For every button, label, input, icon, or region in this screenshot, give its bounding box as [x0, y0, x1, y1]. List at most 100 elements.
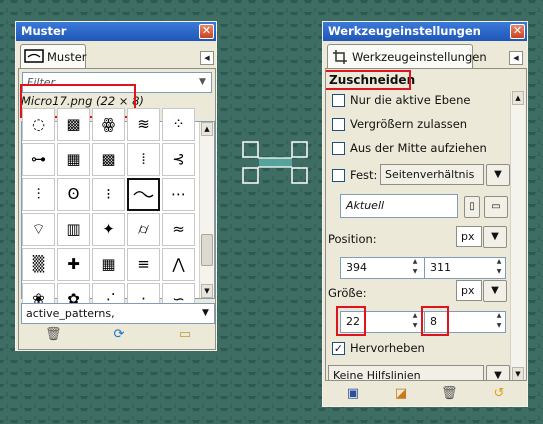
label-allow-growing: Vergrößern zulassen [350, 117, 468, 131]
restore-options-icon[interactable]: ◪ [393, 386, 409, 402]
delete-icon[interactable]: 🗑 [45, 327, 62, 343]
position-unit-select[interactable]: px [456, 226, 482, 247]
pattern-cell[interactable]: ⋀ [162, 248, 195, 281]
tool-options-dock: Werkzeugeinstellungen ✕ Werkzeugeinstell… [322, 21, 528, 407]
landscape-icon[interactable]: ▭ [484, 196, 508, 218]
guides-value: Keine Hilfslinien [333, 369, 421, 381]
pattern-tab-icon [24, 49, 44, 63]
pattern-cell[interactable]: ▩ [92, 143, 125, 176]
checkbox-active-layer-only[interactable] [332, 94, 345, 107]
close-icon[interactable]: ✕ [199, 24, 214, 39]
label-fixed: Fest: [350, 168, 378, 182]
pattern-cell[interactable]: ≈ [162, 213, 195, 246]
pattern-cell[interactable]: ✦ [92, 213, 125, 246]
pattern-cell[interactable]: ⁝ [92, 178, 125, 211]
pattern-cell[interactable]: ⦙ [127, 143, 160, 176]
tag-value: active_patterns, [26, 307, 115, 320]
pattern-cell[interactable]: ▦ [57, 143, 90, 176]
crop-tool-icon [333, 50, 347, 64]
scroll-up-icon[interactable]: ▲ [201, 122, 213, 136]
pattern-cell[interactable]: ⌔ [22, 213, 55, 246]
dock-menu-button[interactable]: ◀ [200, 51, 214, 65]
guides-select[interactable]: Keine Hilfslinien [328, 365, 484, 381]
fixed-mode-select[interactable]: Seitenverhältnis [380, 164, 484, 185]
pattern-cell[interactable]: ≡ [127, 248, 160, 281]
pattern-cell[interactable]: ▒ [22, 248, 55, 281]
scrollbar-thumb[interactable] [201, 234, 213, 266]
label-position: Position: [328, 232, 377, 246]
position-y: 311 [430, 261, 451, 274]
pattern-grid-scrollbar[interactable]: ▲ ▼ [199, 122, 214, 298]
portrait-icon[interactable]: ▯ [464, 196, 480, 218]
pattern-cell[interactable]: ▥ [57, 213, 90, 246]
tab-werkzeugeinstellungen[interactable]: Werkzeugeinstellungen [327, 44, 487, 68]
checkbox-fixed[interactable] [332, 169, 345, 182]
patterns-dock: Muster ✕ Muster ◀ Filter ▼ Micro17.png (… [15, 21, 217, 351]
annotation-box-size-height [421, 306, 449, 336]
pattern-cell[interactable]: ⊶ [22, 143, 55, 176]
current-value-field[interactable]: Aktuell [340, 194, 458, 218]
tool-options-scrollbar[interactable]: ▲ ▼ [510, 91, 525, 380]
chevron-down-icon[interactable]: ▼ [195, 74, 210, 91]
pattern-cell-selected[interactable] [127, 178, 160, 211]
label-expand-from-center: Aus der Mitte aufziehen [350, 141, 487, 155]
pattern-cell[interactable]: ▩ [57, 108, 90, 141]
patterns-panel: Filter ▼ Micro17.png (22 × 8) ◌ ▩ ꙮ ≋ ⁘ … [18, 68, 216, 350]
save-options-icon[interactable]: ▣ [345, 386, 361, 402]
pattern-cell[interactable]: ≋ [127, 108, 160, 141]
checkbox-allow-growing[interactable] [332, 118, 345, 131]
tool-options-panel: Zuschneiden Nur die aktive Ebene Vergröß… [325, 68, 527, 381]
pattern-cell[interactable]: ▦ [92, 248, 125, 281]
current-value: Aktuell [346, 199, 385, 212]
position-x-spinner[interactable]: ▲ ▼ [410, 257, 420, 279]
reset-icon[interactable]: ↺ [491, 386, 507, 402]
annotation-box-tool-name [326, 70, 411, 90]
refresh-icon[interactable]: ⟳ [111, 327, 127, 343]
tab-muster-label: Muster [47, 50, 87, 64]
tool-options-titlebar[interactable]: Werkzeugeinstellungen ✕ [323, 22, 527, 41]
label-size: Größe: [328, 286, 367, 300]
position-unit: px [461, 230, 475, 243]
close-icon[interactable]: ✕ [510, 24, 525, 39]
folder-icon[interactable]: ▭ [177, 327, 193, 343]
chevron-down-icon[interactable]: ▼ [483, 226, 507, 248]
pattern-cell[interactable]: ⌭ [127, 213, 160, 246]
pattern-cell[interactable]: ◌ [22, 108, 55, 141]
crop-selection-preview[interactable] [242, 141, 308, 185]
pattern-cell[interactable]: ⁘ [162, 108, 195, 141]
pattern-grid[interactable]: ◌ ▩ ꙮ ≋ ⁘ ⊶ ▦ ▩ ⦙ ⊰ ⫶ ʘ ⁝ ⋯ ⌔ ▥ ✦ ⌭ ≈ ▒ [21, 108, 215, 316]
size-height-spinner[interactable]: ▲ ▼ [494, 311, 504, 333]
size-width-spinner[interactable]: ▲ ▼ [410, 311, 420, 333]
tab-muster[interactable]: Muster [20, 44, 87, 68]
annotation-box-size-width [336, 306, 366, 336]
patterns-dock-titlebar[interactable]: Muster ✕ [16, 22, 216, 41]
patterns-dock-title: Muster [21, 24, 67, 38]
position-y-spinner[interactable]: ▲ ▼ [494, 257, 504, 279]
pattern-cell[interactable]: ⫶ [22, 178, 55, 211]
scroll-down-icon[interactable]: ▼ [512, 367, 524, 380]
chevron-down-icon[interactable]: ▼ [486, 365, 510, 380]
pattern-cell[interactable]: ʘ [57, 178, 90, 211]
pattern-cell[interactable]: ⋯ [162, 178, 195, 211]
checkbox-highlight[interactable]: ✓ [332, 342, 345, 355]
selected-pattern-icon [133, 191, 154, 198]
dock-menu-button[interactable]: ◀ [509, 51, 523, 65]
size-unit-select[interactable]: px [456, 280, 482, 301]
chevron-down-icon[interactable]: ▼ [483, 280, 507, 302]
pattern-cell[interactable]: ⊰ [162, 143, 195, 176]
chevron-down-icon[interactable]: ▼ [486, 164, 510, 186]
scroll-up-icon[interactable]: ▲ [512, 91, 524, 105]
tag-input[interactable]: active_patterns, ▼ [21, 303, 215, 324]
label-highlight: Hervorheben [350, 341, 425, 355]
tab-werkzeugeinstellungen-label: Werkzeugeinstellungen [352, 50, 487, 64]
checkbox-expand-from-center[interactable] [332, 142, 345, 155]
pattern-cell[interactable]: ✚ [57, 248, 90, 281]
scroll-down-icon[interactable]: ▼ [201, 284, 213, 298]
pattern-cell[interactable]: ꙮ [92, 108, 125, 141]
label-active-layer-only: Nur die aktive Ebene [350, 93, 471, 107]
tool-options-title: Werkzeugeinstellungen [328, 24, 481, 38]
position-x: 394 [346, 261, 367, 274]
chevron-down-icon[interactable]: ▼ [198, 305, 213, 322]
size-unit: px [461, 284, 475, 297]
delete-icon[interactable]: 🗑 [441, 386, 458, 402]
